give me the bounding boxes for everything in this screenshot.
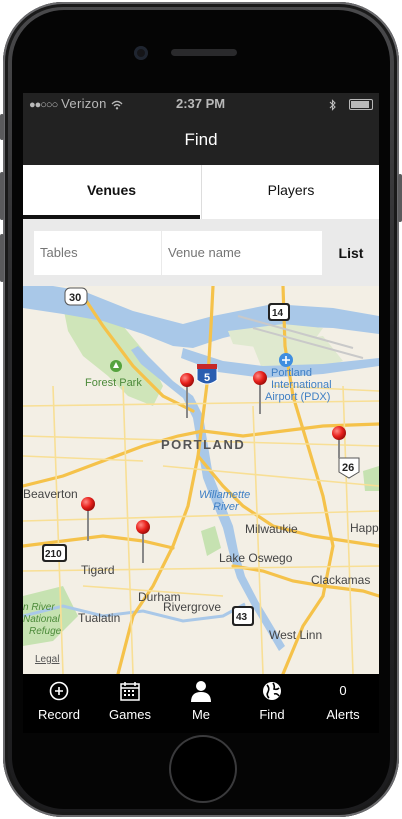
person-icon <box>191 681 211 702</box>
label-rivergrove: Rivergrove <box>163 600 221 614</box>
label-tigard: Tigard <box>81 563 115 577</box>
home-button[interactable] <box>171 737 235 801</box>
status-time: 2:37 PM <box>176 96 226 111</box>
alerts-count: 0 <box>339 683 347 698</box>
calendar-icon <box>120 682 140 701</box>
map-canvas[interactable]: PORTLAND Forest Park Portland Internatio… <box>23 286 379 674</box>
power-button <box>398 174 402 222</box>
legal-link[interactable]: Legal <box>35 654 59 665</box>
shield-14-label: 14 <box>272 308 284 319</box>
label-willamette-1: Willamette <box>199 489 250 501</box>
list-button[interactable]: List <box>329 231 373 275</box>
front-camera <box>134 46 148 60</box>
earpiece-speaker <box>171 49 237 56</box>
tab-games-label: Games <box>109 707 151 722</box>
volume-up-button <box>0 172 4 220</box>
tab-players[interactable]: Players <box>201 165 379 219</box>
label-refuge-3: Refuge <box>29 626 62 637</box>
tab-games[interactable]: Games <box>94 674 166 733</box>
venue-name-input[interactable] <box>162 231 322 275</box>
signal-strength-icon: ●●○○○ <box>29 99 58 111</box>
shield-210: 210 <box>42 544 67 562</box>
label-lake-oswego: Lake Oswego <box>219 551 293 565</box>
map-view[interactable]: PORTLAND Forest Park Portland Internatio… <box>23 286 379 674</box>
plus-circle-icon <box>49 681 69 701</box>
label-willamette-2: River <box>213 501 240 513</box>
shield-us26-label: 26 <box>342 462 354 474</box>
shield-us30: 30 <box>64 287 88 306</box>
label-airport-1: Portland <box>271 367 312 379</box>
tab-record[interactable]: Record <box>23 674 95 733</box>
label-refuge-2: National <box>23 614 60 625</box>
shield-43: 43 <box>232 606 254 626</box>
battery-icon <box>349 99 373 111</box>
search-row: List <box>23 219 379 286</box>
shield-210-label: 210 <box>45 549 62 560</box>
shield-i5: 5 <box>196 364 218 385</box>
tab-me-label: Me <box>191 707 211 722</box>
tab-record-label: Record <box>38 707 80 722</box>
label-tualatin: Tualatin <box>78 611 120 625</box>
nav-bar: Find <box>23 115 379 165</box>
tab-me[interactable]: Me <box>165 674 237 733</box>
carrier-name: Verizon <box>61 96 107 111</box>
tab-bar: Record Games Me Find 0 Alerts <box>23 674 379 733</box>
tables-input[interactable] <box>34 231 161 275</box>
label-airport-3: Airport (PDX) <box>265 391 330 403</box>
volume-down-button <box>0 234 4 282</box>
shield-i5-label: 5 <box>204 372 210 384</box>
shield-43-label: 43 <box>236 612 248 623</box>
label-beaverton: Beaverton <box>23 487 78 501</box>
page-title: Find <box>184 130 218 149</box>
label-clackamas: Clackamas <box>311 573 370 587</box>
label-airport-2: International <box>271 379 332 391</box>
wifi-icon <box>111 100 123 110</box>
status-bar: ●●○○○ Verizon 2:37 PM <box>23 93 379 115</box>
tab-alerts[interactable]: 0 Alerts <box>307 674 379 733</box>
label-west-linn: West Linn <box>269 628 322 642</box>
tab-alerts-label: Alerts <box>326 707 360 722</box>
tab-venues[interactable]: Venues <box>23 165 200 219</box>
airport-icon <box>279 353 293 367</box>
shield-14: 14 <box>268 303 290 321</box>
bluetooth-icon <box>329 98 337 111</box>
app-screen: ●●○○○ Verizon 2:37 PM Find Venues Player… <box>23 93 379 733</box>
label-refuge-1: n River <box>23 602 55 613</box>
segment-tabs: Venues Players <box>23 165 379 219</box>
label-happy-valley: Happ <box>350 521 379 535</box>
park-icon <box>110 360 122 372</box>
globe-icon <box>263 682 281 700</box>
status-right <box>329 96 373 111</box>
tab-find[interactable]: Find <box>236 674 308 733</box>
carrier: ●●○○○ Verizon <box>29 96 123 111</box>
label-forest-park: Forest Park <box>85 377 142 389</box>
label-milwaukie: Milwaukie <box>245 522 298 536</box>
tab-find-label: Find <box>259 707 285 722</box>
shield-us30-label: 30 <box>69 292 81 304</box>
label-portland: PORTLAND <box>161 437 245 452</box>
mute-switch <box>0 114 4 140</box>
